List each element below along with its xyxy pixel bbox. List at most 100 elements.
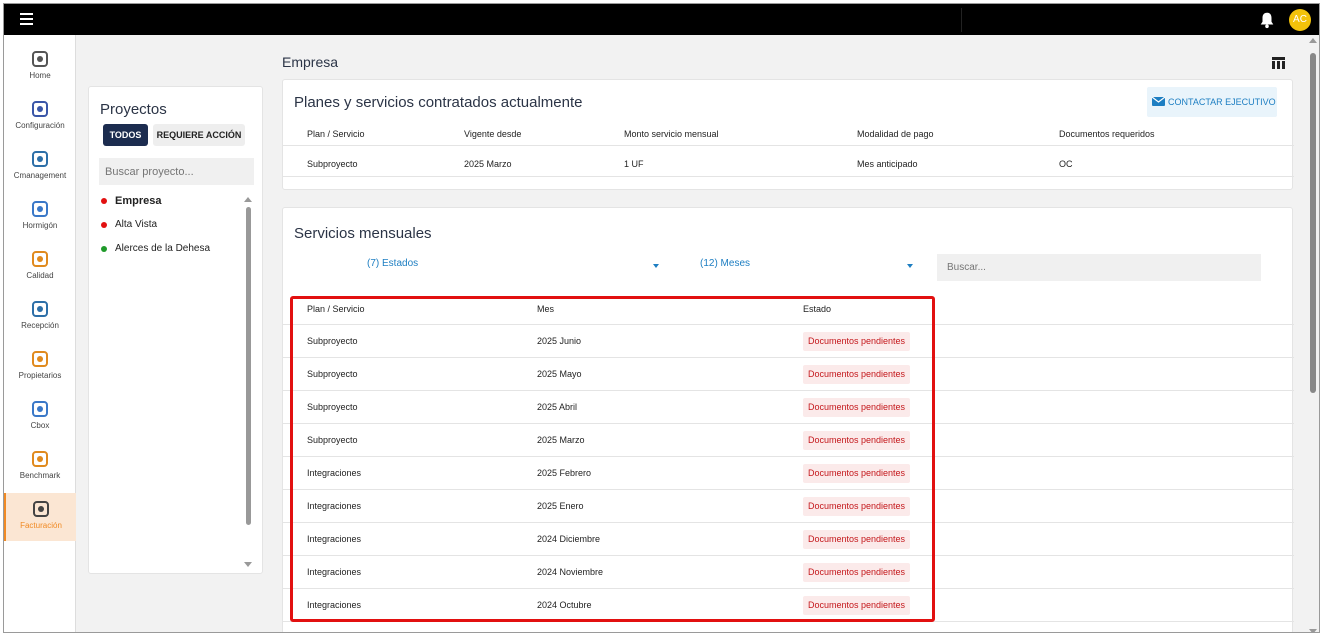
project-name: Alerces de la Dehesa: [115, 243, 211, 254]
column-header: Mes: [537, 304, 555, 314]
table-cell: 2025 Marzo: [464, 159, 512, 169]
menu-icon[interactable]: [20, 13, 33, 25]
table-cell: OC: [1059, 159, 1073, 169]
list-item[interactable]: Empresa: [99, 195, 239, 219]
table-cell: 2024 Noviembre: [537, 567, 604, 577]
invoice-icon: [33, 501, 49, 517]
table-cell: Mes anticipado: [857, 159, 918, 169]
status-badge: Documentos pendientes: [803, 332, 911, 351]
app-window: AC Home Configuración Cmanagement Hormigón C…: [3, 3, 1320, 633]
column-header: Plan / Servicio: [307, 304, 365, 314]
table-row[interactable]: Subproyecto 2025 Abril Documentos pendient…: [283, 391, 1294, 424]
nav-label: Home: [29, 71, 51, 80]
table-row: Subproyecto 2025 Marzo 1 UF Mes anticipa…: [283, 152, 1294, 177]
flag-icon: [32, 151, 48, 167]
project-name: Empresa: [115, 195, 162, 207]
status-badge: Documentos pendientes: [803, 563, 911, 582]
services-search-input[interactable]: [937, 254, 1261, 281]
nav-label: Propietarios: [18, 371, 62, 380]
nav-label: Facturación: [20, 521, 62, 530]
filter-estados-label: (7) Estados: [367, 258, 419, 269]
table-row[interactable]: Integraciones 2025 Febrero Documentos pend…: [283, 457, 1294, 490]
tab-requiere-accion[interactable]: REQUIERE ACCIÓN: [153, 124, 245, 146]
nav-item-calidad[interactable]: Calidad: [4, 243, 76, 291]
table-cell: 2024 Diciembre: [537, 534, 601, 544]
table-view-icon[interactable]: [1272, 57, 1285, 69]
top-search-area[interactable]: [961, 8, 1251, 32]
table-cell: 2025 Marzo: [537, 435, 585, 445]
list-item[interactable]: Alerces de la Dehesa: [99, 243, 239, 267]
status-badge: Documentos pendientes: [803, 497, 911, 516]
services-table-header: Plan / Servicio Mes Estado: [283, 293, 1294, 325]
scroll-down-icon[interactable]: [244, 562, 252, 567]
table-row[interactable]: Integraciones 2024 Octubre Documentos pend…: [283, 589, 1294, 622]
contact-executive-label: CONTACTAR EJECUTIVO: [1168, 97, 1276, 107]
table-row[interactable]: Subproyecto 2025 Mayo Documentos pendiente…: [283, 358, 1294, 391]
nav-item-hormigón[interactable]: Hormigón: [4, 193, 76, 241]
nav-item-recepción[interactable]: Recepción: [4, 293, 76, 341]
filter-meses-dropdown[interactable]: (12) Meses: [700, 258, 916, 276]
table-cell: Integraciones: [307, 534, 362, 544]
page-title: Empresa: [282, 54, 339, 70]
gear-icon: [32, 101, 48, 117]
nav-item-cbox[interactable]: Cbox: [4, 393, 76, 441]
filter-meses-label: (12) Meses: [700, 258, 751, 269]
scroll-thumb[interactable]: [246, 207, 251, 525]
status-badge: Documentos pendientes: [803, 365, 911, 384]
table-row[interactable]: Integraciones 2025 Enero Documentos pendie…: [283, 490, 1294, 523]
scroll-thumb[interactable]: [1310, 53, 1316, 393]
status-dot: [101, 222, 107, 228]
project-list-scrollbar[interactable]: [244, 197, 252, 567]
table-row[interactable]: Subproyecto 2025 Marzo Documentos pendient…: [283, 424, 1294, 457]
top-bar: AC: [4, 4, 1319, 35]
table-row[interactable]: Integraciones 2024 Noviembre Documentos pe…: [283, 556, 1294, 589]
project-name: Alta Vista: [115, 219, 158, 230]
avatar[interactable]: AC: [1289, 9, 1311, 31]
status-dot: [101, 246, 107, 252]
table-cell: Integraciones: [307, 567, 362, 577]
table-cell: Subproyecto: [307, 435, 358, 445]
left-nav: Home Configuración Cmanagement Hormigón Cali…: [4, 35, 76, 632]
column-header: Modalidad de pago: [857, 129, 934, 139]
status-badge: Documentos pendientes: [803, 464, 911, 483]
status-badge: Documentos pendientes: [803, 530, 911, 549]
monthly-services-card: Servicios mensuales (7) Estados (12) Mes…: [282, 207, 1294, 632]
table-cell: 2025 Abril: [537, 402, 578, 412]
table-cell: Subproyecto: [307, 369, 358, 379]
check-icon: [32, 251, 48, 267]
contact-executive-button[interactable]: CONTACTAR EJECUTIVO: [1147, 87, 1277, 117]
nav-item-benchmark[interactable]: Benchmark: [4, 443, 76, 491]
project-list: Empresa Alta Vista Alerces de la Dehesa: [99, 195, 239, 267]
list-item[interactable]: Alta Vista: [99, 219, 239, 243]
project-search-input[interactable]: [99, 158, 254, 185]
column-header: Plan / Servicio: [307, 129, 365, 139]
scroll-up-icon[interactable]: [1309, 38, 1317, 43]
table-cell: Subproyecto: [307, 159, 358, 169]
page-scrollbar[interactable]: [1307, 38, 1319, 632]
status-badge: Documentos pendientes: [803, 596, 911, 615]
tab-todos[interactable]: TODOS: [103, 124, 148, 146]
table-cell: 2024 Octubre: [537, 600, 592, 610]
filter-estados-dropdown[interactable]: (7) Estados: [367, 258, 662, 276]
scroll-down-icon[interactable]: [1309, 629, 1317, 632]
chevron-down-icon: [653, 264, 659, 268]
nav-item-home[interactable]: Home: [4, 43, 76, 91]
nav-label: Calidad: [26, 271, 54, 280]
status-badge: Documentos pendientes: [803, 431, 911, 450]
monthly-services-title: Servicios mensuales: [294, 225, 432, 242]
nav-item-propietarios[interactable]: Propietarios: [4, 343, 76, 391]
table-cell: Integraciones: [307, 501, 362, 511]
nav-item-facturación[interactable]: Facturación: [4, 493, 76, 541]
plans-table-header: Plan / Servicio Vigente desde Monto serv…: [283, 126, 1294, 146]
table-cell: 2025 Febrero: [537, 468, 592, 478]
services-table: Plan / Servicio Mes Estado Subproyecto 20…: [283, 293, 1294, 622]
table-cell: Subproyecto: [307, 336, 358, 346]
table-row[interactable]: Integraciones 2024 Diciembre Documentos pe…: [283, 523, 1294, 556]
nav-label: Benchmark: [19, 471, 61, 480]
column-header: Vigente desde: [464, 129, 522, 139]
nav-item-configuración[interactable]: Configuración: [4, 93, 76, 141]
nav-item-cmanagement[interactable]: Cmanagement: [4, 143, 76, 191]
bell-icon[interactable]: [1258, 11, 1276, 29]
table-row[interactable]: Subproyecto 2025 Junio Documentos pendient…: [283, 325, 1294, 358]
scroll-up-icon[interactable]: [244, 197, 252, 202]
